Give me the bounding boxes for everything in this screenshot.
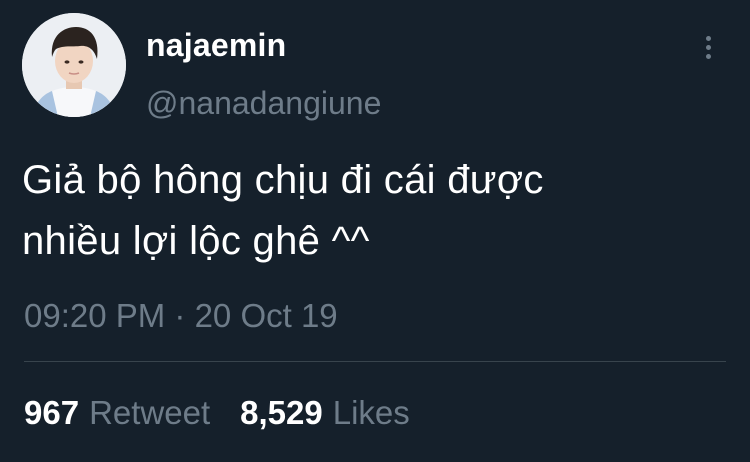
more-options-button[interactable] bbox=[698, 30, 718, 64]
retweets-count: 967 bbox=[24, 394, 80, 431]
tweet-text-line: Giả bộ hông chịu đi cái được bbox=[22, 158, 544, 202]
tweet-timestamp[interactable]: 09:20 PM · 20 Oct 19 bbox=[24, 294, 338, 338]
author-handle[interactable]: @nanadangiune bbox=[146, 84, 381, 122]
more-vertical-icon bbox=[705, 35, 711, 41]
tweet-text-line: nhiều lợi lộc ghê ^^ bbox=[22, 219, 370, 263]
likes-count: 8,529 bbox=[240, 394, 323, 431]
likes-stat[interactable]: 8,529 Likes bbox=[240, 391, 410, 435]
tweet-card: najaemin @nanadangiune Giả bộ hông chịu … bbox=[0, 0, 750, 462]
more-vertical-icon-dot-3 bbox=[705, 53, 711, 59]
retweets-stat[interactable]: 967 Retweet bbox=[24, 391, 210, 435]
tweet-stats: 967 Retweet 8,529 Likes bbox=[24, 391, 410, 435]
retweets-label: Retweet bbox=[89, 394, 211, 431]
tweet-text: Giả bộ hông chịu đi cái được nhiều lợi l… bbox=[22, 150, 722, 272]
more-vertical-icon-dot-2 bbox=[705, 44, 711, 50]
author-display-name[interactable]: najaemin bbox=[146, 26, 286, 64]
divider bbox=[24, 361, 726, 362]
avatar-image bbox=[22, 13, 126, 117]
likes-label: Likes bbox=[332, 394, 410, 431]
avatar[interactable] bbox=[22, 13, 126, 117]
